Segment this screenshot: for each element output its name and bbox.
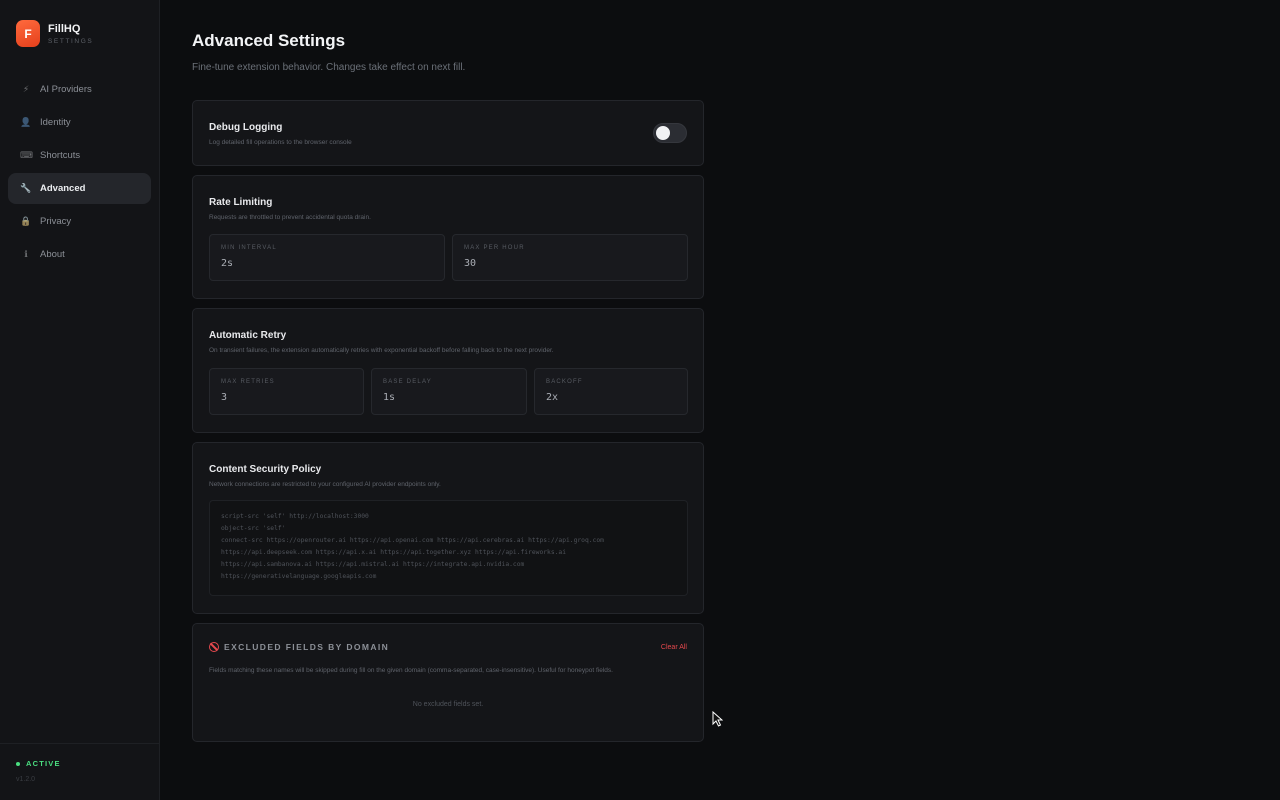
- field-label: BASE DELAY: [383, 379, 432, 385]
- sidebar-item-label: Shortcuts: [40, 150, 81, 161]
- sidebar-item-label: Advanced: [40, 183, 86, 194]
- field-label: MIN INTERVAL: [221, 245, 277, 251]
- ban-icon: [209, 642, 219, 652]
- card-description: Network connections are restricted to yo…: [209, 481, 441, 488]
- card-title: Rate Limiting: [209, 197, 273, 208]
- field-label: MAX RETRIES: [221, 379, 275, 385]
- field-label: BACKOFF: [546, 379, 583, 385]
- sidebar-item-about[interactable]: ℹ About: [8, 239, 151, 270]
- status-label: ACTIVE: [26, 759, 61, 768]
- card-description: On transient failures, the extension aut…: [209, 347, 554, 354]
- field-value: 30: [464, 258, 477, 269]
- sidebar-item-ai-providers[interactable]: ⚡ AI Providers: [8, 74, 151, 105]
- field-value: 1s: [383, 392, 396, 403]
- empty-state-message: No excluded fields set.: [412, 701, 484, 708]
- csp-line: connect-src https://openrouter.ai https:…: [221, 537, 604, 544]
- debug-logging-card: Debug Logging Log detailed fill operatio…: [192, 100, 704, 166]
- brand: F FillHQ SETTINGS: [16, 20, 93, 47]
- backoff-field[interactable]: BACKOFF 2x: [534, 368, 688, 415]
- clear-all-button[interactable]: Clear All: [661, 644, 687, 651]
- card-description: Log detailed fill operations to the brow…: [209, 139, 352, 146]
- sidebar-item-advanced[interactable]: 🔧 Advanced: [8, 173, 151, 204]
- field-value: 3: [221, 392, 228, 403]
- sidebar-item-label: Privacy: [40, 216, 72, 227]
- lock-icon: 🔒: [20, 216, 32, 226]
- automatic-retry-card: Automatic Retry On transient failures, t…: [192, 308, 704, 433]
- field-value: 2s: [221, 258, 234, 269]
- sidebar-item-label: AI Providers: [40, 84, 92, 95]
- sidebar-item-shortcuts[interactable]: ⌨ Shortcuts: [8, 140, 151, 171]
- csp-line: script-src 'self' http://localhost:3000: [221, 513, 369, 520]
- section-title: EXCLUDED FIELDS BY DOMAIN: [224, 642, 390, 652]
- excluded-fields-card: EXCLUDED FIELDS BY DOMAIN Clear All Fiel…: [192, 623, 704, 742]
- app-name: FillHQ: [48, 23, 81, 35]
- app-subtitle: SETTINGS: [48, 38, 94, 45]
- info-icon: ℹ: [24, 249, 28, 259]
- status-badge: ACTIVE: [16, 759, 143, 768]
- content-security-policy-card: Content Security Policy Network connecti…: [192, 442, 704, 614]
- sidebar-item-privacy[interactable]: 🔒 Privacy: [8, 206, 151, 237]
- csp-policy-block: script-src 'self' http://localhost:3000 …: [209, 500, 688, 596]
- base-delay-field[interactable]: BASE DELAY 1s: [371, 368, 527, 415]
- card-title: Content Security Policy: [209, 464, 322, 475]
- rate-limiting-card: Rate Limiting Requests are throttled to …: [192, 175, 704, 299]
- card-title: Automatic Retry: [209, 330, 287, 341]
- mouse-cursor-icon: [712, 711, 723, 727]
- app-logo: F: [16, 20, 40, 47]
- version-label: v1.2.0: [16, 776, 36, 783]
- sidebar: F FillHQ SETTINGS ⚡ AI Providers 👤 Ident…: [0, 0, 160, 800]
- field-value: 2x: [546, 392, 559, 403]
- card-description: Requests are throttled to prevent accide…: [209, 214, 371, 221]
- page-subtitle: Fine-tune extension behavior. Changes ta…: [192, 62, 466, 73]
- min-interval-field[interactable]: MIN INTERVAL 2s: [209, 234, 445, 281]
- debug-logging-toggle[interactable]: [653, 123, 687, 143]
- sidebar-nav: ⚡ AI Providers 👤 Identity ⌨ Shortcuts 🔧 …: [8, 74, 151, 272]
- wrench-icon: 🔧: [20, 183, 32, 193]
- page-title: Advanced Settings: [192, 31, 346, 50]
- card-title: Debug Logging: [209, 122, 283, 133]
- excluded-fields-header: EXCLUDED FIELDS BY DOMAIN: [209, 642, 389, 652]
- keyboard-icon: ⌨: [20, 150, 33, 160]
- sidebar-footer: ACTIVE v1.2.0: [0, 743, 159, 800]
- csp-line: https://generativelanguage.googleapis.co…: [221, 573, 377, 580]
- toggle-knob: [656, 126, 670, 140]
- csp-line: object-src 'self': [221, 525, 286, 532]
- sidebar-item-label: About: [40, 249, 65, 260]
- user-icon: 👤: [20, 117, 32, 127]
- max-per-hour-field[interactable]: MAX PER HOUR 30: [452, 234, 688, 281]
- field-label: MAX PER HOUR: [464, 245, 525, 251]
- status-dot-icon: [16, 761, 20, 766]
- csp-line: https://api.deepseek.com https://api.x.a…: [221, 549, 566, 556]
- card-description: Fields matching these names will be skip…: [209, 667, 613, 674]
- max-retries-field[interactable]: MAX RETRIES 3: [209, 368, 364, 415]
- sidebar-item-identity[interactable]: 👤 Identity: [8, 107, 151, 138]
- csp-line: https://api.sambanova.ai https://api.mis…: [221, 561, 525, 568]
- bolt-icon: ⚡: [22, 84, 30, 94]
- sidebar-item-label: Identity: [40, 117, 71, 128]
